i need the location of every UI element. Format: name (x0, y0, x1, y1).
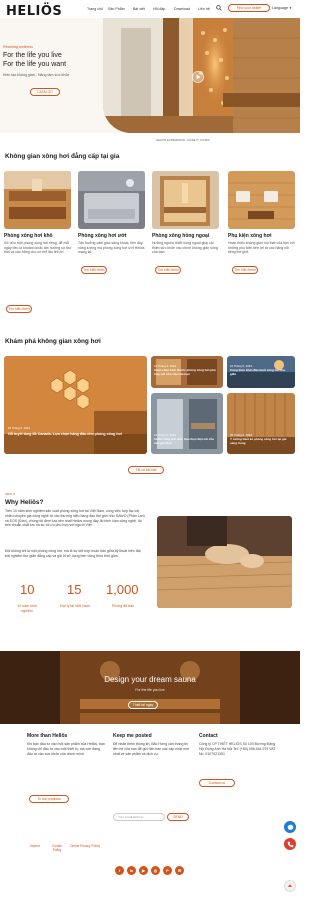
article-caption[interactable]: Gỗ tuyết tùng đỏ Canada- Lựa chọn hàng đ… (8, 432, 128, 436)
steam-sauna-image[interactable] (78, 171, 145, 229)
imprint-link[interactable]: Imprint (26, 844, 44, 848)
article-date: 10 Tháng 5, 2024 (230, 364, 252, 368)
article-date: 21 Tháng 4, 2024 (154, 364, 176, 368)
learn-more-button[interactable]: Tìm hiểu thêm (155, 266, 181, 274)
why-paragraph-1: Trên 10 năm kinh nghiệm sản xuất phòng x… (5, 509, 145, 528)
nav-home[interactable]: Trang chủ (87, 7, 103, 11)
design-now-button[interactable]: Thiết kế ngay (128, 701, 158, 709)
learn-more-button[interactable]: Tìm hiểu thêm (232, 266, 258, 274)
nav-faq[interactable]: Hỏi đáp (153, 7, 165, 11)
footer-more-text: Khi bạn đầu tư vào một sản phẩm của Heli… (27, 742, 105, 756)
hero-subtitle: Kiến tạo không gian - Nâng tầm sức khỏe (3, 73, 70, 77)
learn-more-button[interactable]: Tìm hiểu thêm (81, 266, 107, 274)
hero-kicker: Reaching wellness (3, 45, 33, 49)
chat-icon (287, 824, 293, 830)
arrow-up-icon (287, 884, 293, 887)
facebook-icon[interactable]: f (115, 866, 124, 875)
catalog-button[interactable]: CATALOG (30, 88, 60, 96)
learn-more-button[interactable]: Tìm hiểu thêm (6, 305, 32, 313)
instagram-icon[interactable]: ◎ (151, 866, 160, 875)
cookie-policy-link[interactable]: Cookie Policy (48, 844, 66, 853)
email-input[interactable]: Your email address (113, 813, 165, 821)
stat-label: Phòng đã bàn (111, 604, 135, 608)
stat-label: 10 năm kinh nghiệm (17, 604, 37, 613)
card-title-steam: Phòng xông hơi ướt (78, 233, 127, 239)
footer-more-heading: More than Heliös (27, 733, 68, 739)
footer-posted-text: Để nhận thêm thông tin, Bắc Hưng cần thô… (113, 742, 190, 756)
article-date: 25 Tháng 4, 2024 (230, 433, 252, 437)
article-caption[interactable]: Cabin xông hơi ướt: lựa chọn tiện ích ch… (154, 437, 220, 445)
footer-posted-heading: Keep me posted (113, 733, 152, 739)
why-title: Why Heliös? (5, 499, 44, 506)
hero-caption: HELIOS EXPERIENCE - MADE IT YOURS (156, 138, 210, 142)
find-dealer-button[interactable]: Find your dealer (228, 4, 270, 12)
nav-download[interactable]: Download (174, 7, 190, 11)
phone-call-button[interactable] (284, 838, 296, 850)
language-label: Language (272, 6, 288, 10)
youtube-icon[interactable]: ▶ (139, 866, 148, 875)
mail-icon[interactable]: ✉ (175, 866, 184, 875)
stat-label: Đại lý tại Việt Nam (60, 604, 90, 608)
logo-text: HELIÖS (6, 4, 63, 19)
linkedin-icon[interactable]: in (127, 866, 136, 875)
play-video-button[interactable] (192, 70, 204, 83)
card-desc-steam: Tận hưởng cảm giác sảng khoái, tiện đầy … (78, 241, 145, 255)
banner-subtitle: For the life you live (135, 688, 165, 692)
card-title-dry: Phòng xông hơi khô (4, 233, 53, 239)
why-paragraph-2: Đội không chỉ là một phòng xông hơi, mà … (5, 549, 142, 558)
pinterest-icon[interactable]: P (163, 866, 172, 875)
craftsman-image (157, 516, 292, 608)
hero-title-line-2: For the life you want (3, 60, 67, 68)
nav-products[interactable]: Sản Phẩm (108, 7, 125, 11)
back-to-top-button[interactable] (284, 880, 296, 892)
card-desc-infrared: Hưởng nguồn nhiệt hồng ngoại giúp cải th… (152, 241, 218, 255)
our-products-button[interactable]: To our products (29, 795, 69, 803)
article-date: 16 Tháng 6, 2023 (8, 426, 30, 430)
search-icon[interactable] (216, 5, 222, 11)
dry-sauna-image[interactable] (4, 171, 71, 229)
article-caption[interactable]: Công thức khởi đầu buổi xông hơi thư giã… (230, 368, 292, 376)
banner-title: Design your dream sauna (104, 675, 196, 684)
explore-section-title: Khám phá không gian xông hơi (5, 338, 101, 345)
phone-icon (287, 841, 293, 847)
privacy-policy-link[interactable]: Online Privacy Policy (70, 844, 100, 848)
nav-contact[interactable]: Liên hệ (198, 7, 210, 11)
article-caption[interactable]: Cách chọn kích thước phòng xông hơi phù … (154, 368, 220, 376)
card-title-accessories: Phụ kiện xông hơi (228, 233, 272, 239)
sauna-accessories-image[interactable] (228, 171, 295, 229)
logo[interactable]: HELIÖS (6, 4, 62, 19)
contact-us-button[interactable]: Contact us (199, 779, 235, 787)
rooms-section-title: Không gian xông hơi đẳng cấp tại gia (5, 153, 120, 160)
card-title-infrared: Phòng xông hồng ngoại (152, 233, 210, 239)
footer-contact-heading: Contact (199, 733, 218, 739)
stat-number: 15 (67, 582, 82, 597)
card-desc-dry: Sở hữu một phòng xông hơi riêng, để mỗi … (4, 241, 72, 255)
send-button[interactable]: SEND (167, 813, 189, 821)
hero-title-line-1: For the life you live (3, 52, 62, 59)
nav-articles[interactable]: Bài viết (133, 7, 145, 11)
stat-number: 1,000 (106, 582, 139, 597)
footer-contact-text: Công ty CP THIẾT HELIOS Số 100 Đường Đặn… (199, 742, 276, 756)
language-selector[interactable]: Language ▼ (272, 6, 292, 10)
card-desc-accessories: Hoàn thiện không gian nội thất của bạn v… (228, 241, 295, 255)
messenger-button[interactable] (284, 821, 296, 833)
stat-number: 10 (20, 582, 35, 597)
article-caption[interactable]: Ý tưởng thiết kế phòng xông hơi tại gia … (230, 437, 292, 445)
play-icon (192, 71, 204, 83)
article-tile[interactable] (4, 356, 147, 454)
about-tag: ABOUT (5, 492, 16, 496)
infrared-sauna-image[interactable] (152, 171, 219, 229)
view-all-articles-button[interactable]: Tất cả bài viết (128, 466, 164, 474)
article-date: 21 Tháng 5, 2024 (154, 433, 176, 437)
hero-title: For the life you live For the life you w… (3, 52, 113, 69)
chevron-down-icon: ▼ (289, 6, 292, 10)
